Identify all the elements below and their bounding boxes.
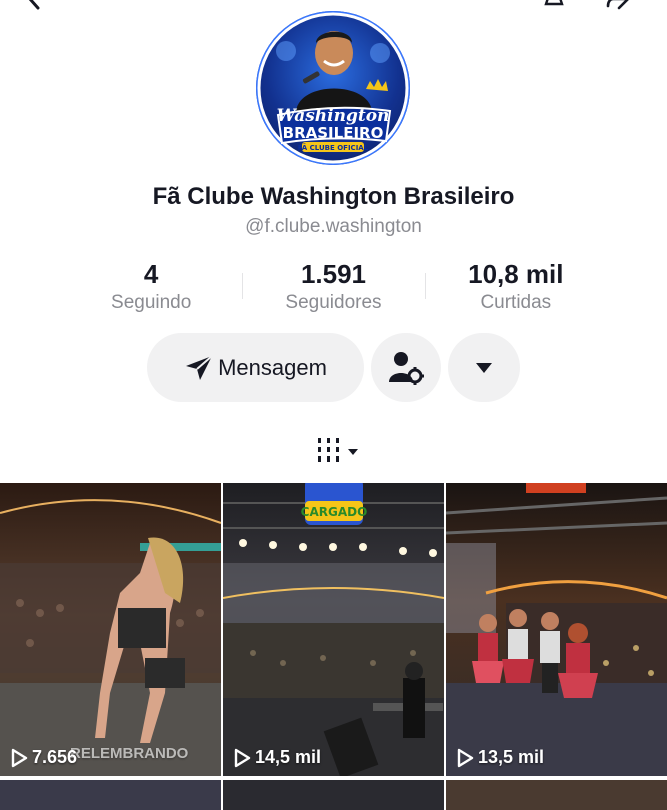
stat-following-label: Seguindo (111, 292, 192, 313)
avatar-artwork: Washington BRASILEIRO FÃ CLUBE OFICIAL (257, 12, 409, 164)
stat-followers-value: 1.591 (300, 259, 367, 289)
svg-text:CARGADO: CARGADO (301, 505, 368, 519)
chevron-down-icon (476, 362, 492, 373)
user-settings-icon (389, 351, 424, 385)
avatar-subtitle: FÃ CLUBE OFICIAL (298, 143, 369, 152)
profile-name: Fã Clube Washington Brasileiro (152, 183, 515, 210)
notification-bell-icon[interactable] (541, 0, 567, 12)
stat-followers[interactable]: 1.591 Seguidores (242, 258, 424, 318)
video-thumbnail-image (446, 483, 667, 776)
stat-following-value: 4 (143, 259, 159, 289)
user-settings-button[interactable] (371, 333, 441, 402)
video-views-count: 14,5 mil (255, 747, 322, 767)
video-views: 13,5 mil (456, 747, 544, 768)
play-icon (11, 748, 28, 767)
video-thumbnail[interactable] (446, 780, 667, 810)
stat-likes[interactable]: 10,8 mil Curtidas (424, 258, 607, 318)
video-views: 14,5 mil (233, 747, 321, 768)
avatar-title-line1: Washington (277, 106, 390, 126)
play-icon (457, 748, 474, 767)
video-thumbnail-image (0, 483, 221, 776)
video-views: 7.656 (10, 747, 77, 768)
stat-likes-value: 10,8 mil (468, 259, 564, 289)
stat-likes-label: Curtidas (480, 292, 552, 313)
video-views-count: 13,5 mil (478, 747, 545, 767)
message-button-label: Mensagem (218, 354, 327, 380)
avatar-title-line2: BRASILEIRO (283, 124, 384, 142)
more-options-button[interactable] (448, 333, 520, 402)
profile-avatar[interactable]: Washington BRASILEIRO FÃ CLUBE OFICIAL (256, 11, 410, 165)
video-thumbnail[interactable]: 13,5 mil (446, 483, 667, 776)
profile-handle: @f.clube.washington (245, 216, 422, 237)
stat-divider (424, 273, 426, 299)
video-overlay-text: RELEMBRANDO (70, 745, 189, 762)
stat-followers-label: Seguidores (285, 292, 382, 313)
stat-following[interactable]: 4 Seguindo (60, 258, 242, 318)
video-thumbnail[interactable] (223, 780, 444, 810)
back-arrow-icon[interactable] (22, 0, 48, 12)
profile-stats: 4 Seguindo 1.591 Seguidores 10,8 mil Cur… (60, 258, 607, 318)
grid-icon[interactable] (316, 436, 362, 466)
video-thumbnail[interactable]: RELEMBRANDO 7.656 (0, 483, 221, 776)
video-thumbnail[interactable] (0, 780, 221, 810)
video-thumbnail-image: CARGADO (223, 483, 444, 776)
share-icon[interactable] (605, 0, 631, 12)
video-views-count: 7.656 (32, 747, 78, 767)
stat-divider (242, 273, 244, 299)
message-button[interactable]: Mensagem (147, 333, 364, 402)
send-icon (186, 354, 213, 380)
video-thumbnail[interactable]: CARGADO 14,5 mil (223, 483, 444, 776)
play-icon (234, 748, 251, 767)
